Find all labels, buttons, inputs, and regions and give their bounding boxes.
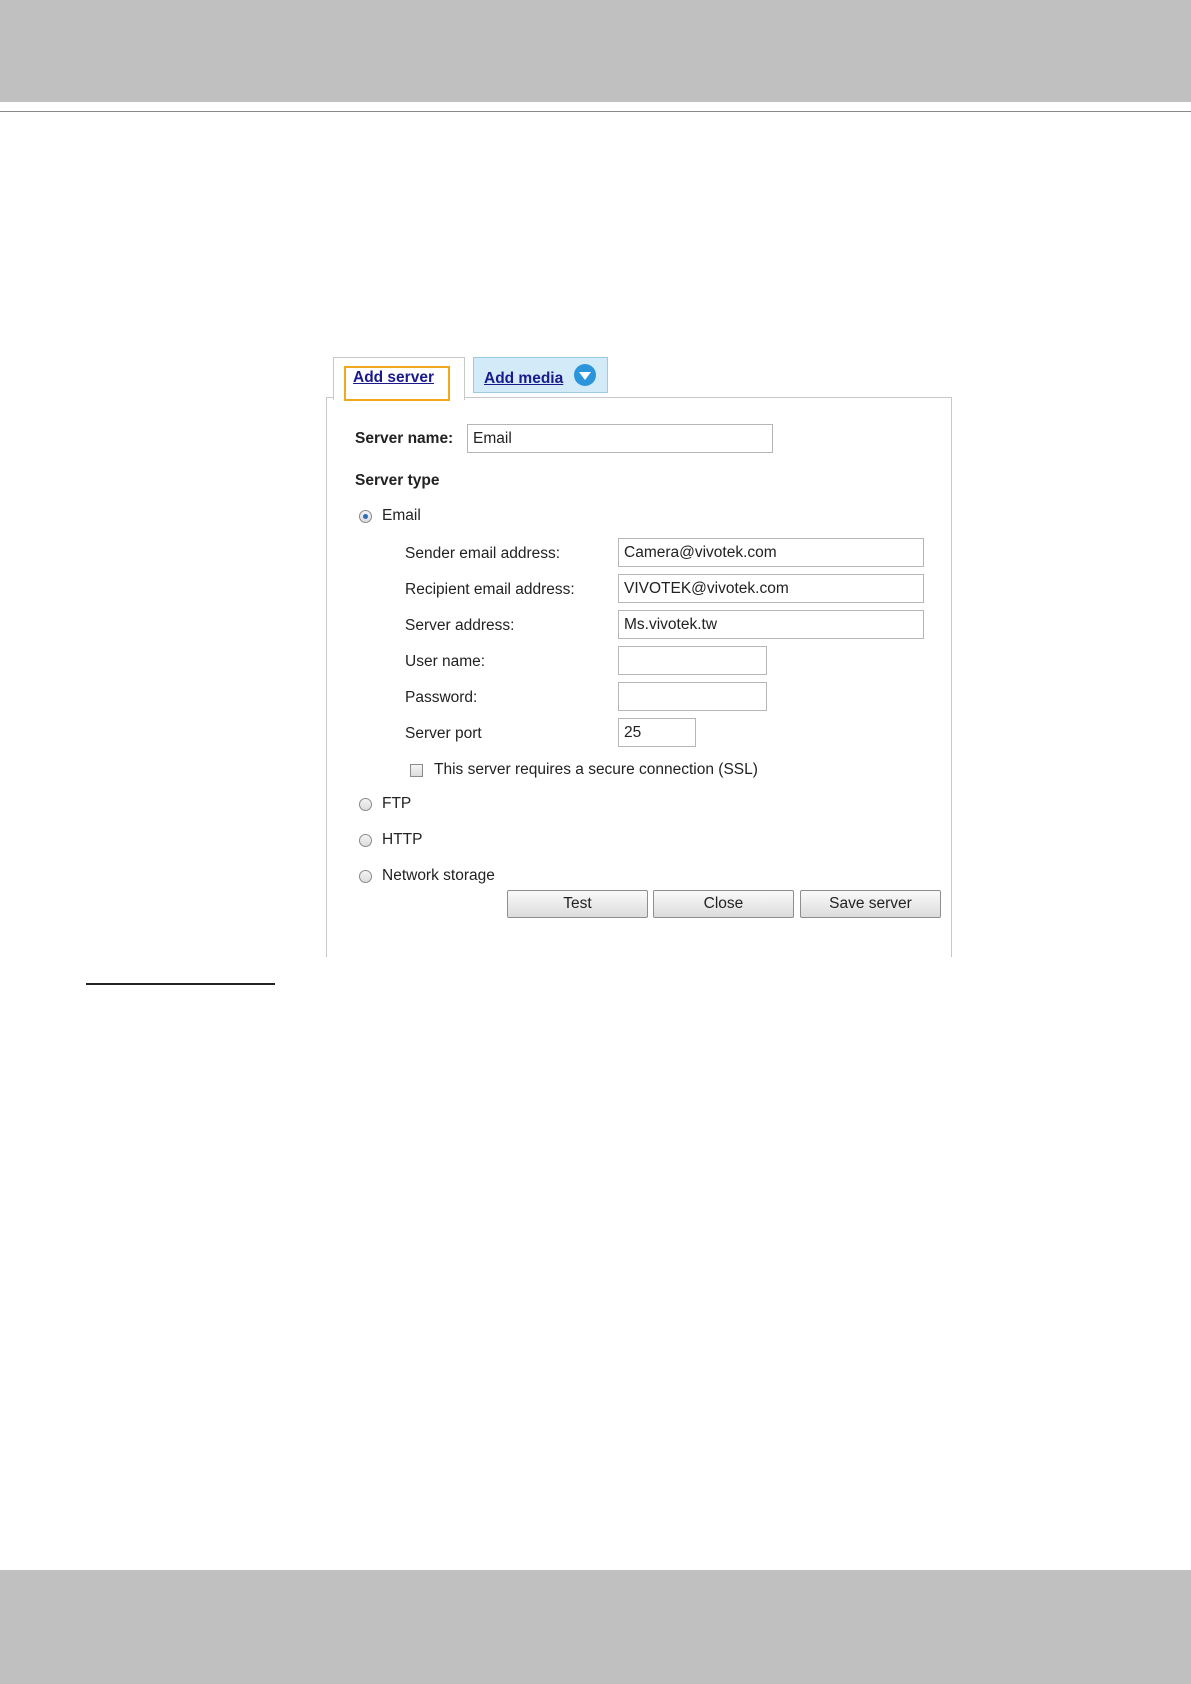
ssl-checkbox[interactable] xyxy=(410,764,423,777)
ssl-checkbox-label: This server requires a secure connection… xyxy=(434,761,758,778)
close-button[interactable]: Close xyxy=(653,890,794,918)
user-name-label: User name: xyxy=(405,653,486,670)
email-radio-label: Email xyxy=(382,507,421,524)
http-radio[interactable] xyxy=(359,834,372,847)
user-name-input[interactable] xyxy=(618,646,767,675)
add-server-link[interactable]: Add server xyxy=(353,369,434,387)
sender-email-input[interactable] xyxy=(618,538,924,567)
server-name-label: Server name: xyxy=(355,430,454,447)
ftp-radio-label: FTP xyxy=(382,795,412,812)
server-name-input[interactable] xyxy=(467,424,773,453)
server-port-input[interactable] xyxy=(618,718,696,747)
tab-add-server[interactable]: Add server xyxy=(333,357,465,401)
ftp-radio[interactable] xyxy=(359,798,372,811)
save-server-button[interactable]: Save server xyxy=(800,890,941,918)
header-divider xyxy=(0,111,1191,112)
network-storage-radio[interactable] xyxy=(359,870,372,883)
server-address-input[interactable] xyxy=(618,610,924,639)
server-port-label: Server port xyxy=(405,725,482,742)
password-input[interactable] xyxy=(618,682,767,711)
http-radio-label: HTTP xyxy=(382,831,423,848)
network-storage-radio-label: Network storage xyxy=(382,867,495,884)
recipient-email-input[interactable] xyxy=(618,574,924,603)
server-address-label: Server address: xyxy=(405,617,515,634)
section-rule xyxy=(86,983,275,985)
recipient-email-label: Recipient email address: xyxy=(405,581,575,598)
sender-email-label: Sender email address: xyxy=(405,545,561,562)
test-button[interactable]: Test xyxy=(507,890,648,918)
page-header-band xyxy=(0,0,1191,102)
server-settings-panel: Server name: Server type Email Sender em… xyxy=(326,397,952,957)
add-media-link[interactable]: Add media xyxy=(484,370,563,388)
dropdown-arrow-icon[interactable] xyxy=(574,364,596,386)
email-radio[interactable] xyxy=(359,510,372,523)
page-footer-band xyxy=(0,1570,1191,1684)
event-server-dialog: Add server Add media Server name: Server… xyxy=(326,357,952,957)
server-type-label: Server type xyxy=(355,472,440,489)
password-label: Password: xyxy=(405,689,478,706)
tab-add-media[interactable]: Add media xyxy=(473,357,608,393)
